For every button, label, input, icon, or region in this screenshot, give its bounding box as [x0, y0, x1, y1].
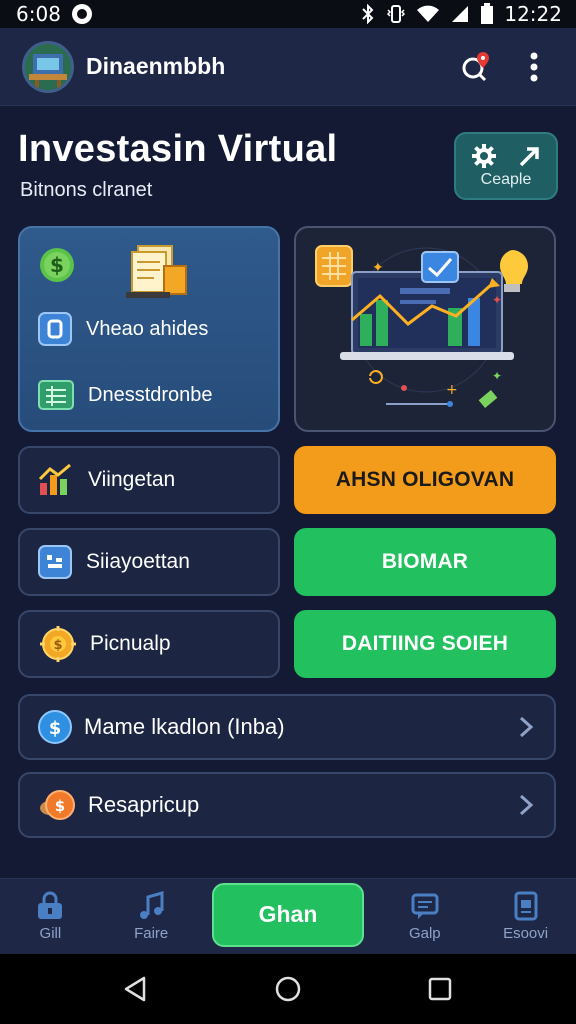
coins-icon: $: [40, 626, 76, 662]
arrow-expand-icon: [519, 147, 539, 167]
list-item-label: Resapricup: [88, 792, 200, 817]
nav-center-button[interactable]: Ghan: [211, 882, 364, 947]
tertiary-action-button[interactable]: DAITIING SOIEH: [294, 610, 556, 678]
svg-text:$: $: [53, 638, 62, 653]
status-time: 6:08: [16, 2, 61, 26]
svg-text:$: $: [55, 797, 65, 815]
hero-section: Investasin Virtual Bitnons clranet Ceapl…: [0, 106, 576, 222]
nav-item-documents[interactable]: Esoovi: [486, 891, 566, 942]
location-search-button[interactable]: [456, 47, 496, 87]
bottom-navigation: Gill Faire Ghan Galp Esoovi: [0, 878, 576, 954]
app-bar: Dinaenmbbh: [0, 28, 576, 106]
status-clock: 12:22: [504, 2, 562, 26]
notification-icon: [71, 3, 93, 25]
recents-icon[interactable]: [426, 975, 454, 1003]
message-icon: [411, 893, 439, 919]
analytics-illustration-card[interactable]: + ✦ ✦ ✦: [294, 226, 556, 432]
wifi-icon: [416, 4, 440, 24]
nav-item-documents-label: Esoovi: [503, 925, 549, 942]
chart-icon: [38, 463, 71, 495]
nav-item-messages-label: Galp: [408, 925, 441, 942]
gear-icon: [472, 144, 496, 168]
nav-item-home-label: Gill: [39, 925, 62, 942]
svg-text:$: $: [50, 253, 64, 277]
action-grid: Viingetan AHSN OLIGOVAN Siiayoettan BIOM…: [0, 446, 576, 838]
more-vertical-icon: [530, 52, 538, 81]
ledger-icon: [38, 380, 74, 410]
system-navigation-bar: [0, 954, 576, 1024]
tile-savings[interactable]: $ Picnualp: [18, 610, 280, 678]
tile-investments-label: Viingetan: [88, 468, 176, 491]
checkmark-icon: [421, 251, 459, 283]
tile-savings-label: Picnualp: [90, 632, 171, 655]
settings-shortcut-button[interactable]: Ceaple: [454, 132, 558, 200]
svg-text:✦: ✦: [492, 369, 502, 383]
svg-text:+: +: [446, 382, 458, 398]
home-icon[interactable]: [274, 975, 302, 1003]
chevron-right-icon: [519, 794, 534, 816]
battery-icon: [480, 3, 494, 25]
coin-hand-icon: $: [40, 790, 75, 820]
lock-bag-icon: [38, 891, 63, 919]
feature-cards: $ Vheao ahides Dnesstdronbe + ✦ ✦ ✦: [0, 226, 576, 432]
status-bar: 6:08 12:22: [0, 0, 576, 28]
documents-stack-icon: [126, 245, 187, 298]
nav-item-music[interactable]: Faire: [111, 891, 191, 942]
svg-text:✦: ✦: [372, 260, 384, 276]
secondary-action-button[interactable]: BIOMAR: [294, 528, 556, 596]
signal-icon: [450, 4, 470, 24]
card-item-2[interactable]: Dnesstdronbe: [38, 378, 213, 412]
location-search-icon: [462, 51, 489, 81]
chevron-right-icon: [519, 716, 534, 738]
app-name: Dinaenmbbh: [86, 53, 226, 79]
nav-item-music-label: Faire: [134, 925, 169, 942]
document-icon: [514, 891, 538, 921]
music-note-icon: [140, 891, 164, 919]
tile-stocks-label: Siiayoettan: [86, 550, 190, 573]
nav-item-messages[interactable]: Galp: [385, 891, 465, 942]
more-menu-button[interactable]: [514, 47, 554, 87]
vibrate-icon: [386, 4, 406, 24]
card-item-2-label: Dnesstdronbe: [88, 383, 213, 406]
analytics-illustration: + ✦ ✦ ✦: [315, 245, 528, 408]
nav-item-home[interactable]: Gill: [10, 891, 90, 942]
tile-investments[interactable]: Viingetan: [18, 446, 280, 514]
lightbulb-icon: [499, 250, 528, 284]
dollar-coin-icon: $: [40, 248, 74, 282]
bluetooth-icon: [360, 4, 376, 24]
list-item[interactable]: $ Resapricup: [18, 772, 556, 838]
primary-action-button[interactable]: AHSN OLIGOVAN: [294, 446, 556, 514]
list-item-label: Mame lkadlon (Inba): [84, 714, 285, 739]
settings-shortcut-label: Ceaple: [480, 171, 532, 188]
tile-stocks[interactable]: Siiayoettan: [18, 528, 280, 596]
portfolio-card[interactable]: $ Vheao ahides Dnesstdronbe: [18, 226, 280, 432]
svg-text:$: $: [49, 718, 62, 739]
svg-text:✦: ✦: [492, 293, 502, 307]
card-item-1[interactable]: Vheao ahides: [38, 312, 208, 346]
avatar[interactable]: [22, 40, 74, 93]
list-item[interactable]: $ Mame lkadlon (Inba): [18, 694, 556, 760]
card-item-1-label: Vheao ahides: [86, 317, 209, 340]
grid-icon: [38, 545, 72, 579]
back-icon[interactable]: [122, 975, 150, 1003]
wallet-icon: [38, 312, 72, 346]
dollar-icon: $: [38, 710, 72, 744]
